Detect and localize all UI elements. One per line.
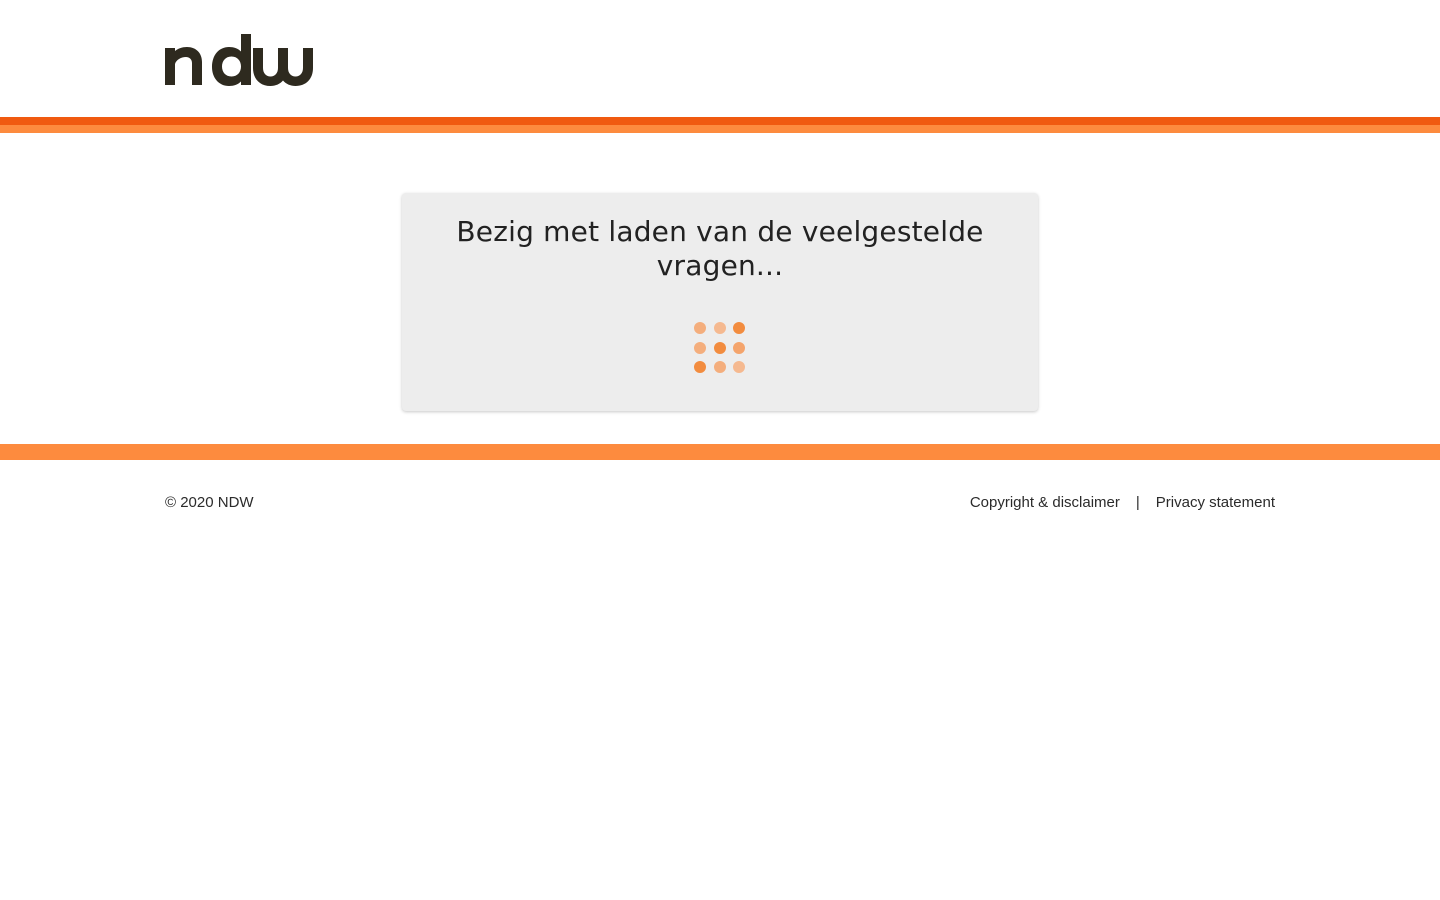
footer-links: Copyright & disclaimer | Privacy stateme… <box>970 494 1275 511</box>
loading-message: Bezig met laden van de veelgestelde vrag… <box>456 215 984 282</box>
privacy-statement-link[interactable]: Privacy statement <box>1156 494 1275 511</box>
spinner-dot <box>733 342 745 354</box>
spinner-dot <box>714 361 726 373</box>
ndw-logo[interactable] <box>165 34 313 86</box>
footer-stripe <box>0 444 1440 460</box>
ndw-logo-icon <box>165 34 313 86</box>
spinner-dot <box>694 322 706 334</box>
loading-card: Bezig met laden van de veelgestelde vrag… <box>402 193 1038 411</box>
copyright-disclaimer-link[interactable]: Copyright & disclaimer <box>970 494 1120 511</box>
footer-copyright: © 2020 NDW <box>165 494 254 511</box>
footer-separator: | <box>1135 494 1140 511</box>
loading-spinner-icon <box>694 322 746 374</box>
header-stripe-light <box>0 125 1440 133</box>
spinner-dot <box>733 361 745 373</box>
spinner-dot <box>694 342 706 354</box>
header-stripe-dark <box>0 117 1440 125</box>
site-header <box>0 0 1440 117</box>
spinner-dot <box>714 342 726 354</box>
spinner-dot <box>733 322 745 334</box>
spinner-dot <box>694 361 706 373</box>
spinner-dot <box>714 322 726 334</box>
